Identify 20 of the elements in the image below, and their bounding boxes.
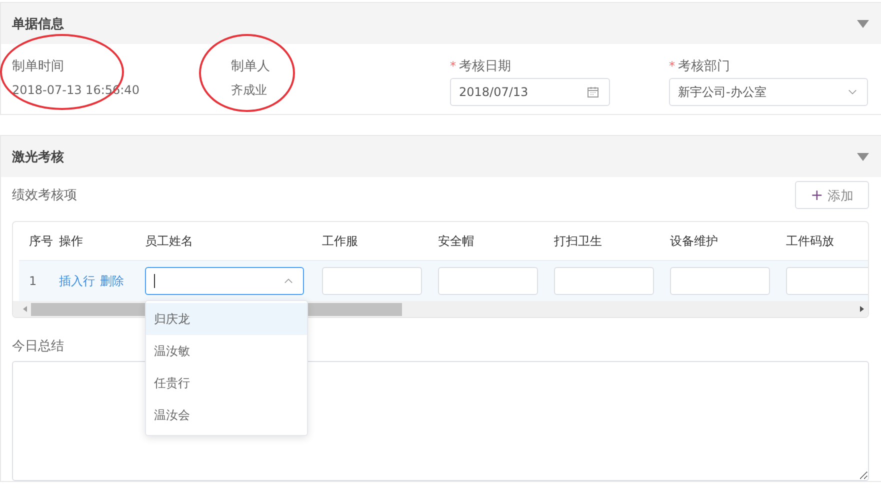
field-label: 制单时间 [12,58,64,75]
subsection-label: 绩效考核项 [12,187,77,204]
field-label: 今日总结 [12,339,64,354]
column-header: 工件码放 [786,232,835,250]
section-title: 激光考核 [12,148,64,166]
field-label: 考核部门 [678,58,730,75]
column-header: 安全帽 [438,232,475,250]
field-label: 考核日期 [459,58,511,75]
required-mark: * [669,59,675,73]
column-header: 员工姓名 [145,232,194,250]
field-label: 制单人 [231,58,270,75]
column-header: 序号 [28,232,54,250]
section-title: 单据信息 [12,16,64,32]
column-header: 操作 [59,232,84,250]
field-value: 齐成业 [231,82,268,99]
column-header: 设备维护 [670,232,719,250]
column-header: 打扫卫生 [554,232,603,250]
column-header: 工作服 [322,232,359,250]
required-mark: * [450,59,456,73]
row-number: 1 [28,274,38,288]
